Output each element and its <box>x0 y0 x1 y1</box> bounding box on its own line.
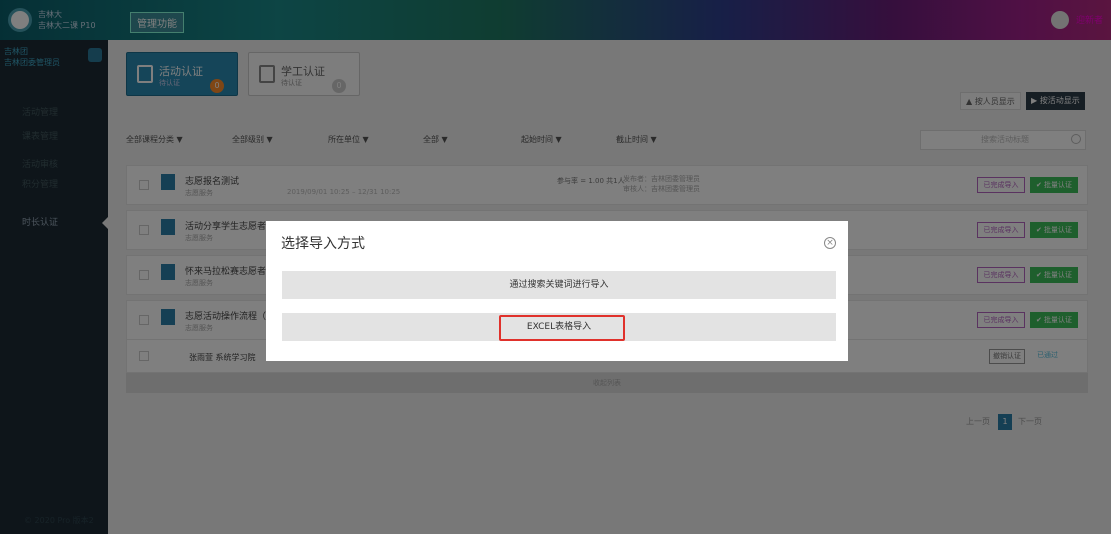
highlight-box <box>499 315 625 341</box>
import-by-keyword-button[interactable]: 通过搜索关键词进行导入 <box>282 271 836 299</box>
close-icon[interactable]: × <box>824 237 836 249</box>
dialog-title: 选择导入方式 <box>281 236 365 252</box>
import-method-dialog: 选择导入方式 × 通过搜索关键词进行导入 EXCEL表格导入 <box>266 221 848 361</box>
